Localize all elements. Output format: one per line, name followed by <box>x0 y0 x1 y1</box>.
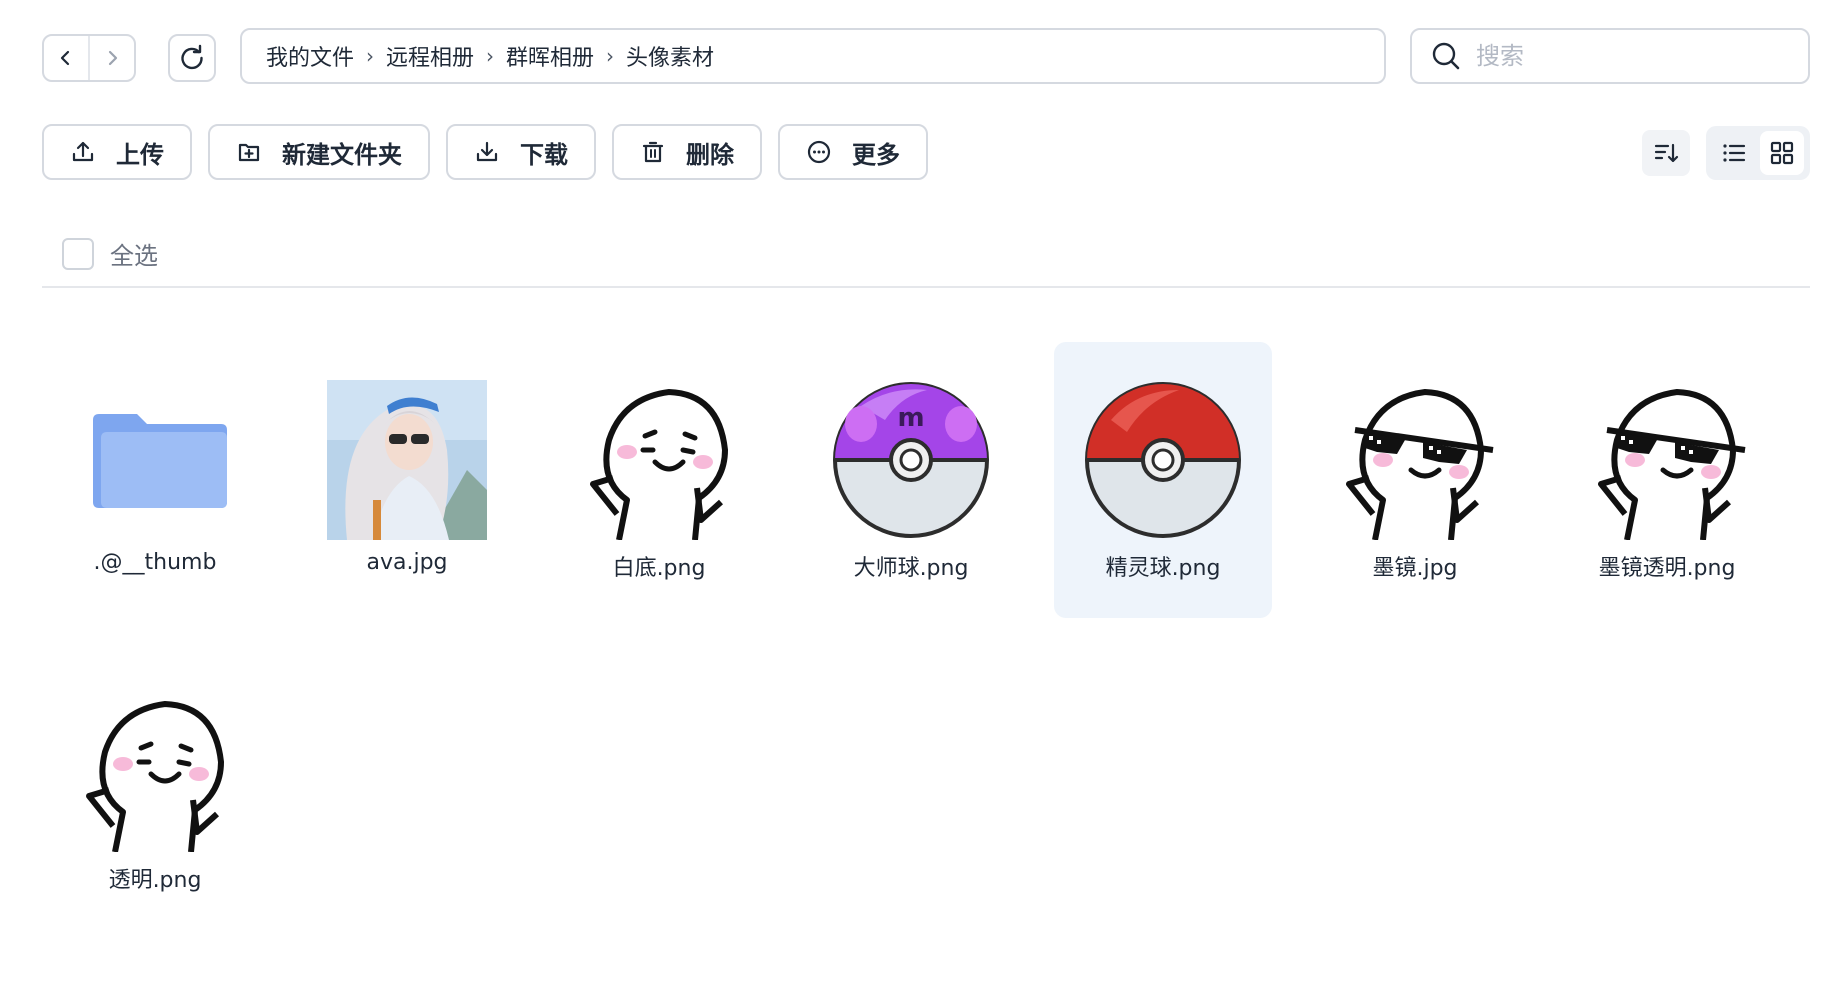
svg-text:m: m <box>897 403 924 433</box>
meme-sunglasses-image <box>1335 380 1495 540</box>
upload-label: 上传 <box>116 140 164 169</box>
file-name: .@__thumb <box>93 550 217 575</box>
master-ball-image: m <box>833 382 989 538</box>
history-nav <box>42 34 136 82</box>
new-folder-label: 新建文件夹 <box>282 140 402 169</box>
file-name: 白底.png <box>612 556 706 581</box>
image-thumbnail <box>327 380 487 540</box>
grid-icon <box>1770 141 1794 165</box>
file-name: 精灵球.png <box>1105 556 1221 581</box>
file-tile[interactable]: 墨镜.jpg <box>1306 342 1524 618</box>
select-all-label: 全选 <box>110 242 158 270</box>
file-tile[interactable]: 白底.png <box>550 342 768 618</box>
search-box <box>1410 28 1810 84</box>
trash-icon <box>642 141 664 163</box>
meme-sunglasses-image <box>1598 389 1746 540</box>
file-tile[interactable]: m 大师球.png <box>802 342 1020 618</box>
file-name: 大师球.png <box>853 556 969 581</box>
meme-face-image <box>86 701 224 852</box>
action-toolbar: 上传 新建文件夹 下载 删除 更多 <box>42 124 928 180</box>
meme-face-image <box>579 380 739 540</box>
new-folder-button[interactable]: 新建文件夹 <box>208 124 430 180</box>
breadcrumb-my-files[interactable]: 我的文件 <box>266 40 354 72</box>
list-view-button[interactable] <box>1712 131 1756 175</box>
file-name: 墨镜透明.png <box>1598 556 1736 581</box>
file-tile[interactable]: ava.jpg <box>298 342 516 618</box>
file-tile[interactable]: .@__thumb <box>46 342 264 618</box>
breadcrumb-separator: › <box>366 44 375 68</box>
image-thumbnail <box>579 380 739 540</box>
upload-button[interactable]: 上传 <box>42 124 192 180</box>
delete-button[interactable]: 删除 <box>612 124 762 180</box>
refresh-icon <box>181 44 203 70</box>
folder-plus-icon <box>238 143 260 162</box>
grid-view-button[interactable] <box>1760 131 1804 175</box>
more-label: 更多 <box>852 140 900 169</box>
delete-label: 删除 <box>686 140 734 169</box>
breadcrumb: 我的文件 › 远程相册 › 群晖相册 › 头像素材 <box>240 28 1386 84</box>
folder-thumbnail <box>75 380 235 540</box>
view-toggle <box>1706 126 1810 180</box>
folder-icon <box>93 414 227 508</box>
more-button[interactable]: 更多 <box>778 124 928 180</box>
top-bar: 我的文件 › 远程相册 › 群晖相册 › 头像素材 <box>0 0 1824 112</box>
image-thumbnail: m <box>831 380 991 540</box>
list-icon <box>1723 144 1746 162</box>
select-all-checkbox[interactable] <box>62 237 94 270</box>
image-thumbnail <box>1587 380 1747 540</box>
download-label: 下载 <box>520 140 568 169</box>
breadcrumb-separator: › <box>486 44 495 68</box>
upload-icon <box>72 141 94 162</box>
search-icon <box>1432 42 1460 70</box>
sort-button[interactable] <box>1642 130 1690 176</box>
search-input[interactable] <box>1476 42 1796 70</box>
image-thumbnail <box>75 692 235 852</box>
forward-button[interactable] <box>90 36 134 80</box>
select-all[interactable]: 全选 <box>62 236 158 271</box>
photo-thumbnail-image <box>327 380 487 540</box>
file-name: 透明.png <box>108 868 202 893</box>
more-icon <box>807 140 831 164</box>
poke-ball-image <box>1085 382 1241 538</box>
breadcrumb-synology-album[interactable]: 群晖相册 <box>506 40 594 72</box>
breadcrumb-remote-album[interactable]: 远程相册 <box>386 40 474 72</box>
sort-icon <box>1654 143 1679 163</box>
file-tile[interactable]: 墨镜透明.png <box>1558 342 1776 618</box>
back-button[interactable] <box>44 36 88 80</box>
file-name: ava.jpg <box>366 550 448 575</box>
breadcrumb-separator: › <box>606 44 615 68</box>
breadcrumb-avatar-assets[interactable]: 头像素材 <box>626 40 714 72</box>
file-tile[interactable]: 透明.png <box>46 654 264 930</box>
refresh-button[interactable] <box>168 34 216 82</box>
chevron-right-icon <box>108 50 118 66</box>
download-icon <box>476 141 498 162</box>
file-tile-selected[interactable]: 精灵球.png <box>1054 342 1272 618</box>
image-thumbnail <box>1335 380 1495 540</box>
header-divider <box>42 286 1810 288</box>
image-thumbnail <box>1083 380 1243 540</box>
download-button[interactable]: 下载 <box>446 124 596 180</box>
file-name: 墨镜.jpg <box>1372 556 1458 581</box>
chevron-left-icon <box>60 50 70 66</box>
